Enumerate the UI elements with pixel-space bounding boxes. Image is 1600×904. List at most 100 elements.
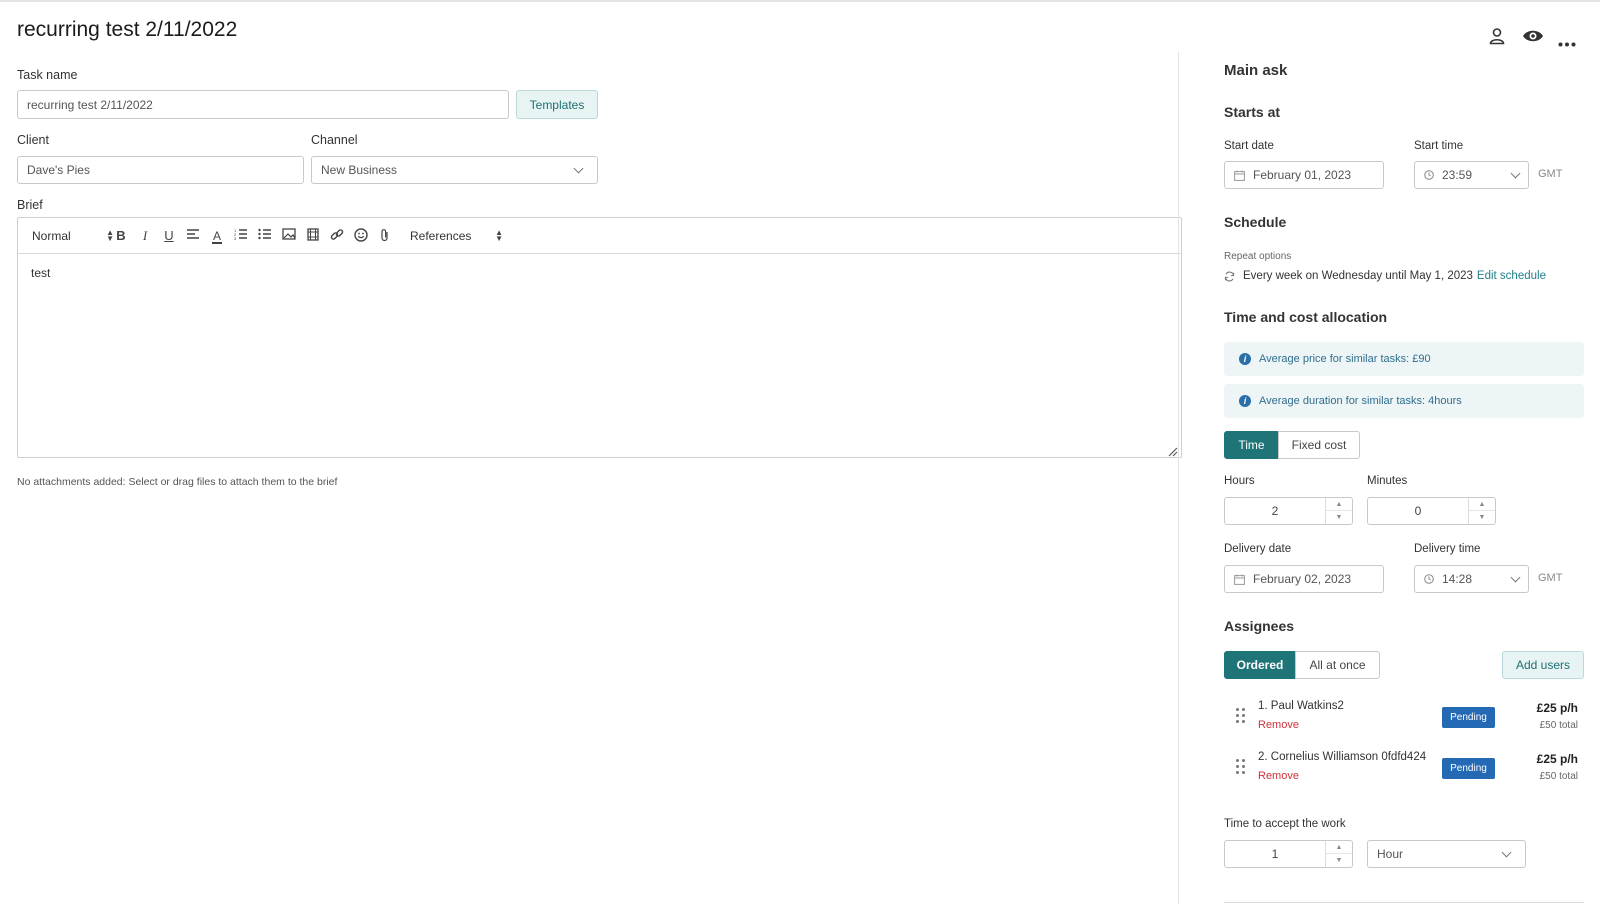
editor-toolbar: Normal ▲ ▼ B I U A 123 References ▲ ▼ xyxy=(18,218,1181,254)
start-time-value: 23:59 xyxy=(1442,168,1473,182)
panel-divider xyxy=(1178,52,1179,904)
decrement-icon[interactable]: ▼ xyxy=(1326,511,1352,524)
increment-icon[interactable]: ▲ xyxy=(1326,498,1352,511)
brief-text[interactable]: test xyxy=(31,266,50,280)
channel-select[interactable]: New Business xyxy=(311,156,598,184)
start-date-input[interactable]: February 01, 2023 xyxy=(1224,161,1384,189)
resize-handle-icon[interactable] xyxy=(1168,444,1178,457)
delivery-date-label: Delivery date xyxy=(1224,543,1292,555)
chevron-down-icon xyxy=(1501,847,1512,857)
eye-icon[interactable] xyxy=(1522,28,1544,44)
assignee-name: 1. Paul Watkins2 xyxy=(1258,700,1344,712)
page-title: recurring test 2/11/2022 xyxy=(17,18,238,41)
main-ask-heading: Main ask xyxy=(1224,62,1288,79)
start-time-label: Start time xyxy=(1414,140,1464,152)
task-name-input[interactable]: recurring test 2/11/2022 xyxy=(17,90,509,119)
drag-handle-icon[interactable] xyxy=(1236,708,1246,724)
repeat-text: Every week on Wednesday until May 1, 202… xyxy=(1243,270,1473,282)
references-select[interactable]: References ▲ ▼ xyxy=(410,228,503,244)
updown-icon: ▲ ▼ xyxy=(495,228,503,243)
attachment-icon[interactable] xyxy=(377,228,393,244)
clock-icon xyxy=(1424,574,1434,584)
channel-value: New Business xyxy=(321,163,398,177)
accept-unit-select[interactable]: Hour xyxy=(1367,840,1526,868)
stepper-arrows: ▲ ▼ xyxy=(1325,498,1352,524)
all-at-once-mode-button[interactable]: All at once xyxy=(1295,651,1380,679)
hours-value: 2 xyxy=(1271,504,1279,518)
assignee-name: 2. Cornelius Williamson 0fdfd424 xyxy=(1258,751,1427,763)
stepper-arrows: ▲ ▼ xyxy=(1325,841,1352,867)
add-users-button[interactable]: Add users xyxy=(1502,651,1584,679)
status-badge: Pending xyxy=(1442,707,1495,728)
repeat-icon xyxy=(1224,271,1235,282)
bottom-divider xyxy=(1224,902,1584,903)
remove-assignee-link[interactable]: Remove xyxy=(1258,719,1299,731)
accept-time-stepper[interactable]: 1 ▲ ▼ xyxy=(1224,840,1353,868)
delivery-time-label: Delivery time xyxy=(1414,543,1481,555)
assignee-total: £50 total xyxy=(1539,771,1578,782)
delivery-date-value: February 02, 2023 xyxy=(1253,572,1352,586)
drag-handle-icon[interactable] xyxy=(1236,759,1246,775)
minutes-stepper[interactable]: 0 ▲ ▼ xyxy=(1367,497,1496,525)
accept-unit-value: Hour xyxy=(1377,847,1404,861)
start-date-label: Start date xyxy=(1224,140,1274,152)
remove-assignee-link[interactable]: Remove xyxy=(1258,770,1299,782)
chevron-down-icon xyxy=(1510,572,1521,582)
user-icon[interactable] xyxy=(1489,27,1505,45)
bold-icon[interactable]: B xyxy=(113,228,129,244)
avg-duration-text: Average duration for similar tasks: 4hou… xyxy=(1259,395,1462,407)
accept-time-value: 1 xyxy=(1271,847,1279,861)
italic-icon[interactable]: I xyxy=(137,228,153,244)
avg-duration-info: i Average duration for similar tasks: 4h… xyxy=(1224,384,1584,418)
video-icon[interactable] xyxy=(305,228,321,244)
info-icon: i xyxy=(1239,395,1251,407)
format-select[interactable]: Normal ▲ ▼ xyxy=(32,228,114,244)
assignee-total: £50 total xyxy=(1539,720,1578,731)
attachments-note[interactable]: No attachments added: Select or drag fil… xyxy=(17,476,337,488)
bullet-list-icon[interactable] xyxy=(257,228,273,244)
minutes-value: 0 xyxy=(1414,504,1422,518)
underline-icon[interactable]: U xyxy=(161,228,177,244)
text-color-icon[interactable]: A xyxy=(209,228,225,244)
more-icon[interactable] xyxy=(1558,34,1576,47)
increment-icon[interactable]: ▲ xyxy=(1326,841,1352,854)
time-mode-button[interactable]: Time xyxy=(1224,431,1279,459)
delivery-tz: GMT xyxy=(1538,572,1563,584)
client-input[interactable]: Dave's Pies xyxy=(17,156,304,184)
delivery-time-select[interactable]: 14:28 xyxy=(1414,565,1529,593)
start-date-value: February 01, 2023 xyxy=(1253,168,1352,182)
task-name-value: recurring test 2/11/2022 xyxy=(27,97,153,112)
edit-schedule-link[interactable]: Edit schedule xyxy=(1477,270,1546,282)
start-time-select[interactable]: 23:59 xyxy=(1414,161,1529,189)
decrement-icon[interactable]: ▼ xyxy=(1326,854,1352,867)
start-tz: GMT xyxy=(1538,168,1563,180)
image-icon[interactable] xyxy=(281,228,297,244)
svg-text:3: 3 xyxy=(234,236,237,240)
calendar-icon xyxy=(1234,574,1245,585)
align-left-icon[interactable] xyxy=(185,228,201,244)
link-icon[interactable] xyxy=(329,228,345,244)
assignee-rate: £25 p/h xyxy=(1536,752,1578,766)
increment-icon[interactable]: ▲ xyxy=(1469,498,1495,511)
assignee-rate: £25 p/h xyxy=(1536,701,1578,715)
hours-stepper[interactable]: 2 ▲ ▼ xyxy=(1224,497,1353,525)
hours-label: Hours xyxy=(1224,475,1255,487)
accept-time-label: Time to accept the work xyxy=(1224,818,1346,830)
brief-editor: Normal ▲ ▼ B I U A 123 References ▲ ▼ te… xyxy=(17,217,1182,458)
client-value: Dave's Pies xyxy=(27,163,90,177)
clock-icon xyxy=(1424,170,1434,180)
calendar-icon xyxy=(1234,170,1245,181)
emoji-icon[interactable] xyxy=(353,228,369,244)
fixed-cost-mode-button[interactable]: Fixed cost xyxy=(1278,431,1360,459)
templates-button[interactable]: Templates xyxy=(516,90,598,119)
ordered-list-icon[interactable]: 123 xyxy=(233,228,249,244)
ordered-mode-button[interactable]: Ordered xyxy=(1224,651,1296,679)
decrement-icon[interactable]: ▼ xyxy=(1469,511,1495,524)
delivery-date-input[interactable]: February 02, 2023 xyxy=(1224,565,1384,593)
stepper-arrows: ▲ ▼ xyxy=(1468,498,1495,524)
minutes-label: Minutes xyxy=(1367,475,1408,487)
task-name-label: Task name xyxy=(17,68,78,82)
delivery-time-value: 14:28 xyxy=(1442,572,1473,586)
client-label: Client xyxy=(17,133,49,147)
repeat-options-label: Repeat options xyxy=(1224,251,1292,262)
